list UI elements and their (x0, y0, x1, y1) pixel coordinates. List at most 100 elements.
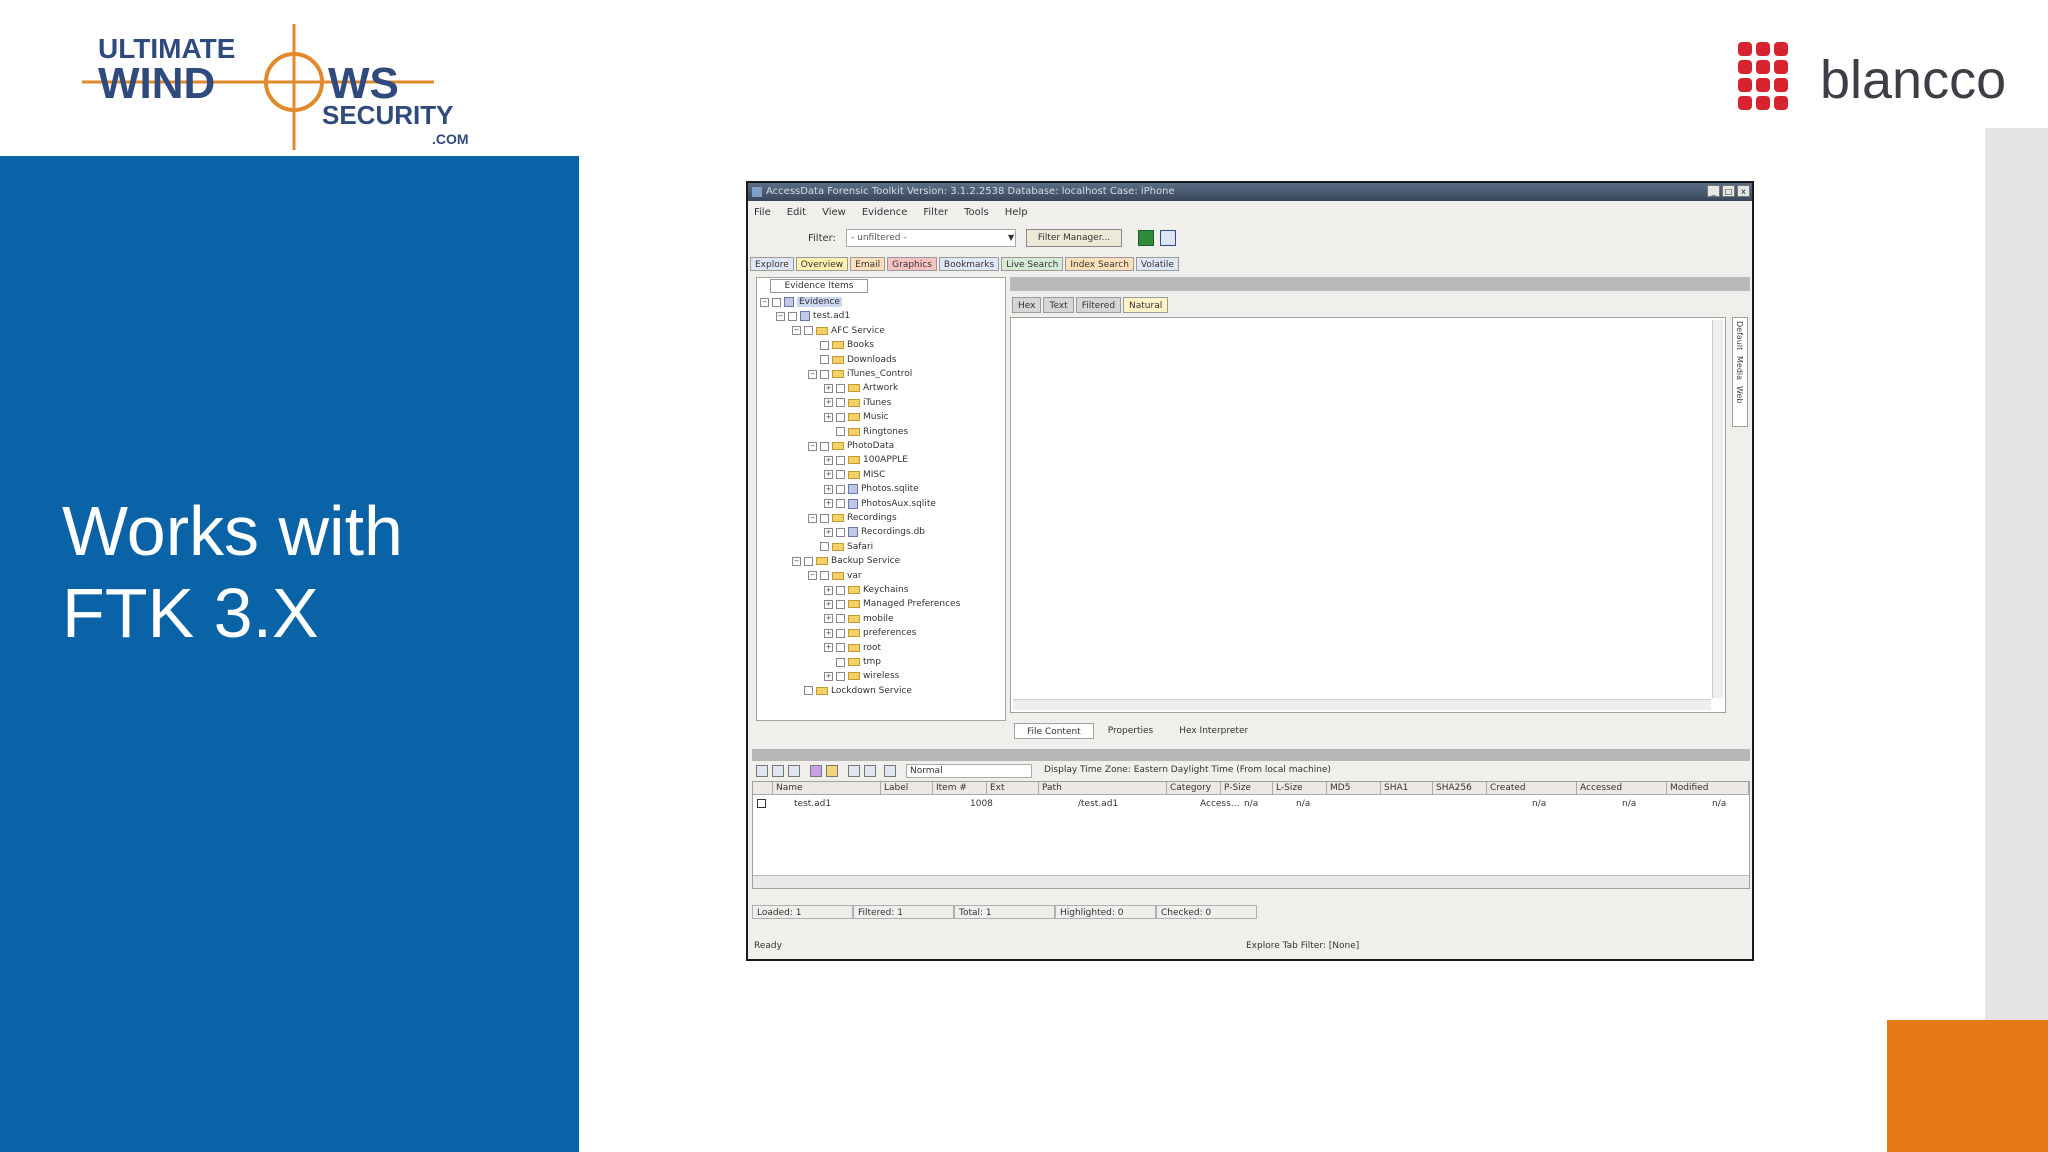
tree-node[interactable]: Safari (808, 540, 873, 554)
column-header-psize[interactable]: P-Size (1221, 782, 1273, 795)
tab-explore[interactable]: Explore (750, 257, 794, 271)
tab-email[interactable]: Email (850, 257, 886, 271)
tab-overview[interactable]: Overview (795, 257, 849, 271)
expand-icon[interactable]: + (824, 499, 833, 509)
evidence-items-tab[interactable]: Evidence Items (770, 279, 868, 293)
tree-node-checkbox[interactable] (820, 355, 829, 365)
tree-node[interactable]: + PhotosAux.sqlite (824, 497, 936, 511)
maximize-button[interactable]: □ (1722, 185, 1735, 197)
export-icon[interactable] (788, 765, 800, 777)
tree-node[interactable]: − test.ad1 (776, 309, 850, 323)
menu-help[interactable]: Help (1005, 207, 1028, 218)
collapse-icon[interactable]: − (808, 369, 817, 379)
tree-node-checkbox[interactable] (836, 599, 845, 609)
tree-node[interactable]: Ringtones (824, 425, 908, 439)
tree-node[interactable]: + wireless (824, 669, 899, 683)
tree-node[interactable]: + Artwork (824, 381, 898, 395)
expand-icon[interactable]: + (824, 484, 833, 494)
collapse-icon[interactable]: − (808, 513, 817, 523)
tree-node-checkbox[interactable] (836, 671, 845, 681)
vertical-scrollbar[interactable] (1712, 320, 1723, 698)
tree-node-checkbox[interactable] (836, 412, 845, 422)
tree-node-checkbox[interactable] (836, 614, 845, 624)
filter-select[interactable]: - unfiltered - (846, 229, 1016, 247)
tree-node-checkbox[interactable] (820, 513, 829, 523)
tree-node-checkbox[interactable] (836, 383, 845, 393)
tree-node-checkbox[interactable] (820, 369, 829, 379)
side-tab-web[interactable]: Web (1733, 383, 1746, 406)
tree-node-checkbox[interactable] (836, 427, 845, 437)
tree-node-checkbox[interactable] (836, 628, 845, 638)
minimize-button[interactable]: _ (1707, 185, 1720, 197)
column-header-name[interactable]: Name (773, 782, 881, 795)
expand-icon[interactable]: + (824, 614, 833, 624)
tab-live-search[interactable]: Live Search (1001, 257, 1064, 271)
tree-node[interactable]: + Music (824, 410, 889, 424)
edit-icon[interactable] (810, 765, 822, 777)
menu-file[interactable]: File (754, 207, 771, 218)
close-button[interactable]: x (1737, 185, 1750, 197)
tree-node-checkbox[interactable] (804, 686, 813, 696)
column-header-md5[interactable]: MD5 (1327, 782, 1381, 795)
row-checkbox[interactable] (757, 799, 766, 808)
expand-icon[interactable]: + (824, 643, 833, 653)
tree-node[interactable]: + preferences (824, 626, 916, 640)
menu-filter[interactable]: Filter (923, 207, 948, 218)
tree-node[interactable]: − AFC Service (792, 324, 885, 338)
tree-node-checkbox[interactable] (820, 441, 829, 451)
column-header-created[interactable]: Created (1487, 782, 1577, 795)
tab-file-content[interactable]: File Content (1014, 723, 1094, 739)
tree-node-checkbox[interactable] (836, 484, 845, 494)
tab-filtered[interactable]: Filtered (1075, 297, 1122, 313)
tree-node-checkbox[interactable] (836, 398, 845, 408)
tree-node-checkbox[interactable] (836, 470, 845, 480)
column-header-category[interactable]: Category (1167, 782, 1221, 795)
tree-node-checkbox[interactable] (820, 542, 829, 552)
tree-node[interactable]: + Recordings.db (824, 525, 925, 539)
side-tab-default[interactable]: Default (1733, 318, 1746, 353)
expand-icon[interactable]: + (824, 470, 833, 480)
menu-view[interactable]: View (822, 207, 846, 218)
column-header-modified[interactable]: Modified (1667, 782, 1749, 795)
tree-node-checkbox[interactable] (836, 527, 845, 537)
column-template-select[interactable]: Normal (906, 764, 1032, 778)
tab-text[interactable]: Text (1043, 297, 1074, 313)
tree-node-checkbox[interactable] (788, 311, 797, 321)
tree-node-checkbox[interactable] (820, 571, 829, 581)
expand-icon[interactable]: + (824, 383, 833, 393)
menu-tools[interactable]: Tools (964, 207, 989, 218)
expand-icon[interactable]: + (824, 398, 833, 408)
tree-node[interactable]: − iTunes_Control (808, 367, 912, 381)
column-header-sha1[interactable]: SHA1 (1381, 782, 1433, 795)
content-viewer[interactable] (1010, 317, 1726, 713)
expand-icon[interactable]: + (824, 527, 833, 537)
file-list-scrollbar[interactable] (753, 875, 1749, 888)
tree-node[interactable]: +100APPLE (824, 453, 908, 467)
expand-icon[interactable]: + (824, 585, 833, 595)
tree-node[interactable]: + iTunes (824, 396, 891, 410)
copy-icon[interactable] (772, 765, 784, 777)
tab-index-search[interactable]: Index Search (1065, 257, 1134, 271)
tree-node-checkbox[interactable] (772, 297, 781, 307)
expand-icon[interactable]: + (824, 671, 833, 681)
tab-natural[interactable]: Natural (1123, 297, 1169, 313)
collapse-icon[interactable]: − (760, 297, 769, 307)
tree-node-checkbox[interactable] (836, 643, 845, 653)
expand-icon[interactable]: + (824, 599, 833, 609)
column-header-lsize[interactable]: L-Size (1273, 782, 1327, 795)
tree-node[interactable]: − PhotoData (808, 439, 894, 453)
column-header-sha256[interactable]: SHA256 (1433, 782, 1487, 795)
grid-view-icon[interactable] (1160, 230, 1176, 246)
filter-manager-button[interactable]: Filter Manager... (1026, 229, 1122, 247)
collapse-icon[interactable]: − (808, 441, 817, 451)
tree-node[interactable]: + mobile (824, 612, 894, 626)
tree-node-checkbox[interactable] (804, 556, 813, 566)
thumbnail-icon[interactable] (864, 765, 876, 777)
tab-graphics[interactable]: Graphics (887, 257, 937, 271)
column-header-label[interactable]: Label (881, 782, 933, 795)
menu-evidence[interactable]: Evidence (862, 207, 908, 218)
collapse-icon[interactable]: − (792, 326, 801, 336)
collapse-icon[interactable]: − (776, 311, 785, 321)
column-header-path[interactable]: Path (1039, 782, 1167, 795)
expand-icon[interactable]: + (824, 455, 833, 465)
